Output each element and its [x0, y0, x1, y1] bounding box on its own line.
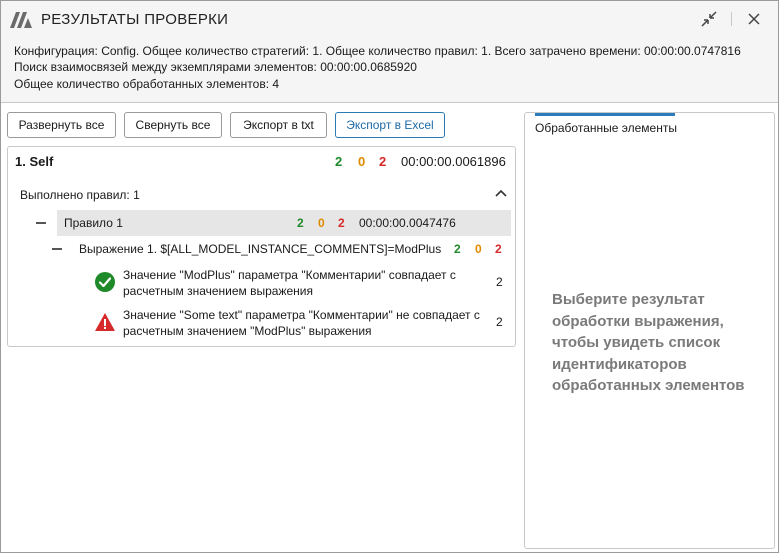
window-title: РЕЗУЛЬТАТЫ ПРОВЕРКИ [41, 11, 229, 28]
rule-collapse-icon[interactable] [36, 222, 46, 224]
tab-active-indicator [535, 113, 675, 116]
expression-err-count: 2 [495, 242, 502, 256]
rule-time: 00:00:00.0047476 [359, 216, 456, 230]
results-tree-panel: 1. Self 2 0 2 00:00:00.0061896 Выполнено… [7, 146, 516, 347]
collapse-all-button[interactable]: Свернуть все [124, 112, 222, 138]
summary-line-elements: Общее количество обработанных элементов:… [14, 77, 280, 91]
summary-line-configuration: Конфигурация: Config. Общее количество с… [14, 44, 741, 58]
tab-processed-elements[interactable]: Обработанные элементы [535, 121, 677, 135]
processed-elements-panel: Обработанные элементы Выберите результат… [524, 112, 775, 549]
strategy-ok-count: 2 [335, 154, 343, 169]
strategy-warn-count: 0 [358, 154, 366, 169]
rule-err-count: 2 [338, 216, 345, 230]
result-error-text-line1: Значение "Some text" параметра "Коммента… [123, 308, 480, 322]
expression-collapse-icon[interactable] [52, 248, 62, 250]
result-error-item[interactable]: Значение "Some text" параметра "Коммента… [123, 307, 480, 339]
strategy-name[interactable]: 1. Self [15, 154, 53, 169]
rule-warn-count: 0 [318, 216, 325, 230]
chevron-up-icon[interactable] [494, 187, 508, 199]
expression-ok-count: 2 [454, 242, 461, 256]
rule-row[interactable]: Правило 1 2 0 2 00:00:00.0047476 [57, 210, 511, 236]
results-window: РЕЗУЛЬТАТЫ ПРОВЕРКИ Конфигурация: Config… [0, 0, 779, 553]
strategy-time: 00:00:00.0061896 [401, 154, 506, 169]
result-error-text-line2: расчетным значением "ModPlus" выражения [123, 324, 372, 338]
titlebar-separator [731, 12, 732, 26]
rule-name: Правило 1 [64, 216, 123, 230]
title-bar: РЕЗУЛЬТАТЫ ПРОВЕРКИ [1, 1, 778, 37]
strategy-err-count: 2 [379, 154, 387, 169]
expression-name[interactable]: Выражение 1. $[ALL_MODEL_INSTANCE_COMMEN… [79, 242, 441, 256]
restore-down-icon[interactable] [699, 9, 719, 29]
rules-done-label: Выполнено правил: 1 [20, 188, 140, 202]
result-error-count: 2 [496, 315, 503, 329]
export-excel-button[interactable]: Экспорт в Excel [335, 112, 445, 138]
close-icon[interactable] [744, 9, 764, 29]
result-success-item[interactable]: Значение "ModPlus" параметра "Комментари… [123, 267, 456, 299]
rule-ok-count: 2 [297, 216, 304, 230]
empty-state-message: Выберите результат обработки выражения, … [552, 291, 745, 394]
modplus-logo-icon [10, 12, 32, 28]
check-circle-icon [95, 272, 115, 292]
summary-info: Конфигурация: Config. Общее количество с… [1, 37, 778, 103]
result-success-count: 2 [496, 275, 503, 289]
result-success-text-line1: Значение "ModPlus" параметра "Комментари… [123, 268, 456, 282]
warning-triangle-icon [95, 313, 115, 331]
expression-warn-count: 0 [475, 242, 482, 256]
export-txt-button[interactable]: Экспорт в txt [230, 112, 327, 138]
summary-line-relations: Поиск взаимосвязей между экземплярами эл… [14, 60, 417, 74]
expand-all-button[interactable]: Развернуть все [7, 112, 116, 138]
result-success-text-line2: расчетным значением выражения [123, 284, 314, 298]
